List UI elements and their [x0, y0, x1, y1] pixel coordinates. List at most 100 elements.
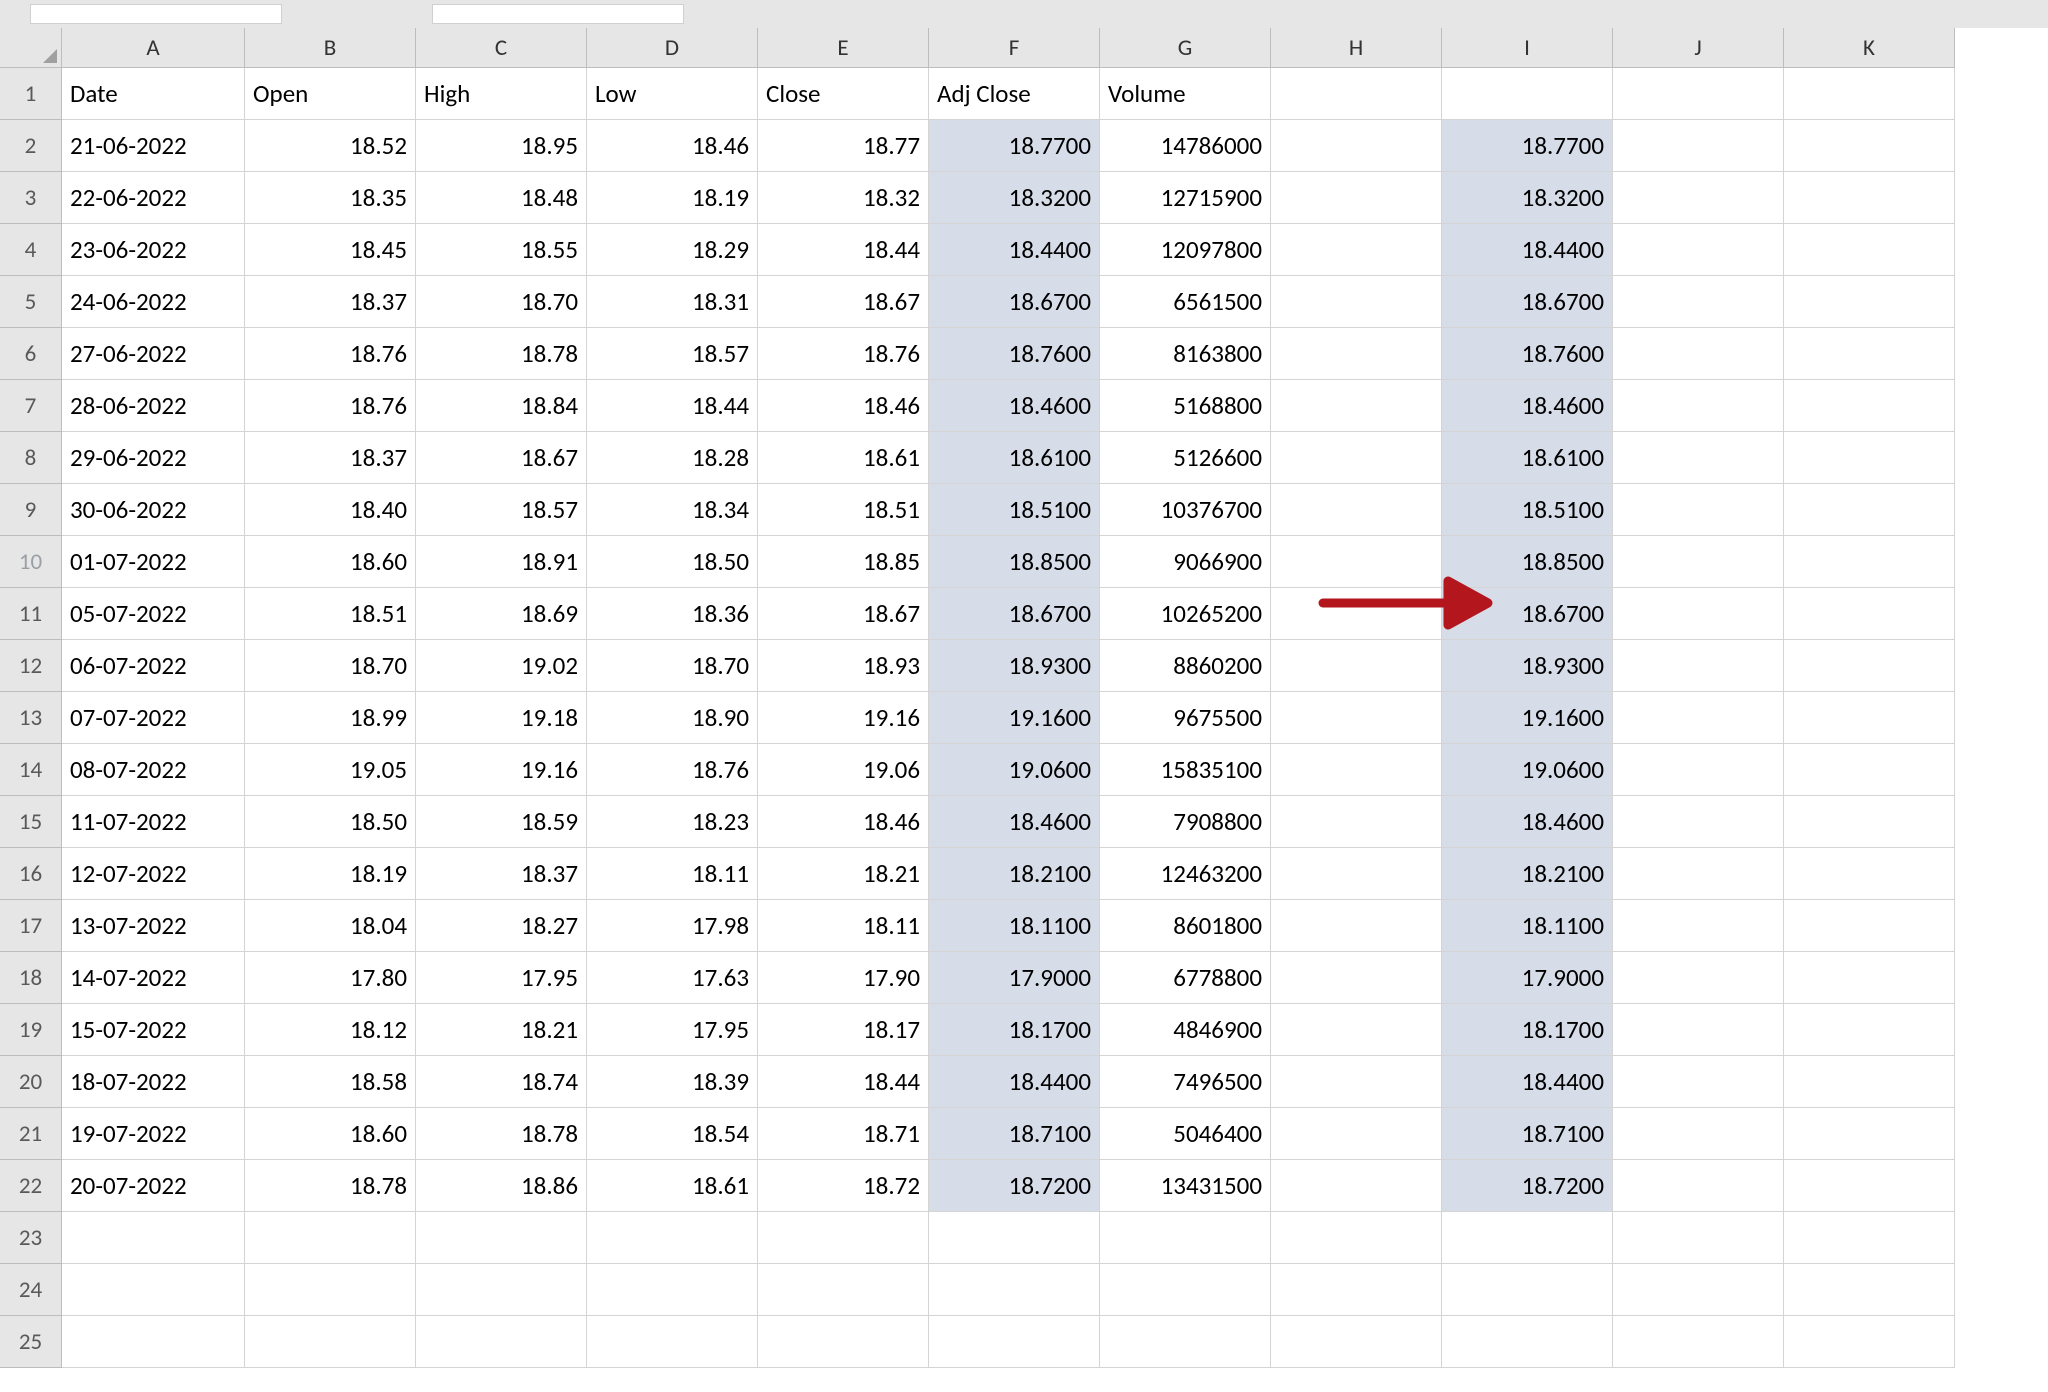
cell-A18[interactable]: 14-07-2022 [62, 952, 245, 1004]
cell-G24[interactable] [1100, 1264, 1271, 1316]
cell-B15[interactable]: 18.50 [245, 796, 416, 848]
cell-J5[interactable] [1613, 276, 1784, 328]
cell-A10[interactable]: 01-07-2022 [62, 536, 245, 588]
cell-F12[interactable]: 18.9300 [929, 640, 1100, 692]
cell-I14[interactable]: 19.0600 [1442, 744, 1613, 796]
cell-K5[interactable] [1784, 276, 1955, 328]
cell-B12[interactable]: 18.70 [245, 640, 416, 692]
cell-K11[interactable] [1784, 588, 1955, 640]
row-header-11[interactable]: 11 [0, 588, 62, 640]
row-header-15[interactable]: 15 [0, 796, 62, 848]
cell-F8[interactable]: 18.6100 [929, 432, 1100, 484]
cell-F14[interactable]: 19.0600 [929, 744, 1100, 796]
cell-K3[interactable] [1784, 172, 1955, 224]
row-header-14[interactable]: 14 [0, 744, 62, 796]
cell-I12[interactable]: 18.9300 [1442, 640, 1613, 692]
cell-J17[interactable] [1613, 900, 1784, 952]
cell-A17[interactable]: 13-07-2022 [62, 900, 245, 952]
row-header-10[interactable]: 10 [0, 536, 62, 588]
cell-E14[interactable]: 19.06 [758, 744, 929, 796]
cell-H7[interactable] [1271, 380, 1442, 432]
cell-D4[interactable]: 18.29 [587, 224, 758, 276]
cell-J7[interactable] [1613, 380, 1784, 432]
cell-J9[interactable] [1613, 484, 1784, 536]
cell-I24[interactable] [1442, 1264, 1613, 1316]
cell-E6[interactable]: 18.76 [758, 328, 929, 380]
cell-A8[interactable]: 29-06-2022 [62, 432, 245, 484]
cell-D18[interactable]: 17.63 [587, 952, 758, 1004]
cell-J11[interactable] [1613, 588, 1784, 640]
cell-A16[interactable]: 12-07-2022 [62, 848, 245, 900]
col-header-B[interactable]: B [245, 28, 416, 68]
cell-E7[interactable]: 18.46 [758, 380, 929, 432]
cell-G15[interactable]: 7908800 [1100, 796, 1271, 848]
cell-F6[interactable]: 18.7600 [929, 328, 1100, 380]
cell-E2[interactable]: 18.77 [758, 120, 929, 172]
cell-E22[interactable]: 18.72 [758, 1160, 929, 1212]
cell-I3[interactable]: 18.3200 [1442, 172, 1613, 224]
cell-D21[interactable]: 18.54 [587, 1108, 758, 1160]
cell-B13[interactable]: 18.99 [245, 692, 416, 744]
cell-C11[interactable]: 18.69 [416, 588, 587, 640]
cell-C6[interactable]: 18.78 [416, 328, 587, 380]
cell-F11[interactable]: 18.6700 [929, 588, 1100, 640]
cell-B4[interactable]: 18.45 [245, 224, 416, 276]
cell-E18[interactable]: 17.90 [758, 952, 929, 1004]
cell-B22[interactable]: 18.78 [245, 1160, 416, 1212]
cell-D20[interactable]: 18.39 [587, 1056, 758, 1108]
cell-A25[interactable] [62, 1316, 245, 1368]
cell-G21[interactable]: 5046400 [1100, 1108, 1271, 1160]
cell-G5[interactable]: 6561500 [1100, 276, 1271, 328]
cell-G16[interactable]: 12463200 [1100, 848, 1271, 900]
cell-A9[interactable]: 30-06-2022 [62, 484, 245, 536]
cell-J25[interactable] [1613, 1316, 1784, 1368]
cell-I4[interactable]: 18.4400 [1442, 224, 1613, 276]
cell-C8[interactable]: 18.67 [416, 432, 587, 484]
worksheet[interactable]: A B C D E F G H I J K 1 Date Open High L… [0, 28, 2048, 1392]
row-header-16[interactable]: 16 [0, 848, 62, 900]
cell-I23[interactable] [1442, 1212, 1613, 1264]
cell-A20[interactable]: 18-07-2022 [62, 1056, 245, 1108]
cell-D9[interactable]: 18.34 [587, 484, 758, 536]
cell-H16[interactable] [1271, 848, 1442, 900]
cell-K7[interactable] [1784, 380, 1955, 432]
cell-I25[interactable] [1442, 1316, 1613, 1368]
cell-B19[interactable]: 18.12 [245, 1004, 416, 1056]
cell-C18[interactable]: 17.95 [416, 952, 587, 1004]
cell-B8[interactable]: 18.37 [245, 432, 416, 484]
cell-C14[interactable]: 19.16 [416, 744, 587, 796]
cell-I11[interactable]: 18.6700 [1442, 588, 1613, 640]
cell-J14[interactable] [1613, 744, 1784, 796]
cell-I7[interactable]: 18.4600 [1442, 380, 1613, 432]
cell-H22[interactable] [1271, 1160, 1442, 1212]
cell-E12[interactable]: 18.93 [758, 640, 929, 692]
cell-J1[interactable] [1613, 68, 1784, 120]
cell-D24[interactable] [587, 1264, 758, 1316]
cell-G17[interactable]: 8601800 [1100, 900, 1271, 952]
cell-J12[interactable] [1613, 640, 1784, 692]
cell-F25[interactable] [929, 1316, 1100, 1368]
cell-C10[interactable]: 18.91 [416, 536, 587, 588]
cell-G18[interactable]: 6778800 [1100, 952, 1271, 1004]
cell-F9[interactable]: 18.5100 [929, 484, 1100, 536]
cell-K19[interactable] [1784, 1004, 1955, 1056]
cell-E3[interactable]: 18.32 [758, 172, 929, 224]
cell-G10[interactable]: 9066900 [1100, 536, 1271, 588]
cell-F21[interactable]: 18.7100 [929, 1108, 1100, 1160]
cell-C23[interactable] [416, 1212, 587, 1264]
cell-I16[interactable]: 18.2100 [1442, 848, 1613, 900]
cell-D10[interactable]: 18.50 [587, 536, 758, 588]
cell-B17[interactable]: 18.04 [245, 900, 416, 952]
cell-A24[interactable] [62, 1264, 245, 1316]
cell-K12[interactable] [1784, 640, 1955, 692]
cell-E13[interactable]: 19.16 [758, 692, 929, 744]
col-header-I[interactable]: I [1442, 28, 1613, 68]
cell-A1[interactable]: Date [62, 68, 245, 120]
col-header-K[interactable]: K [1784, 28, 1955, 68]
cell-H3[interactable] [1271, 172, 1442, 224]
col-header-F[interactable]: F [929, 28, 1100, 68]
row-header-21[interactable]: 21 [0, 1108, 62, 1160]
cell-F4[interactable]: 18.4400 [929, 224, 1100, 276]
cell-D25[interactable] [587, 1316, 758, 1368]
cell-E21[interactable]: 18.71 [758, 1108, 929, 1160]
